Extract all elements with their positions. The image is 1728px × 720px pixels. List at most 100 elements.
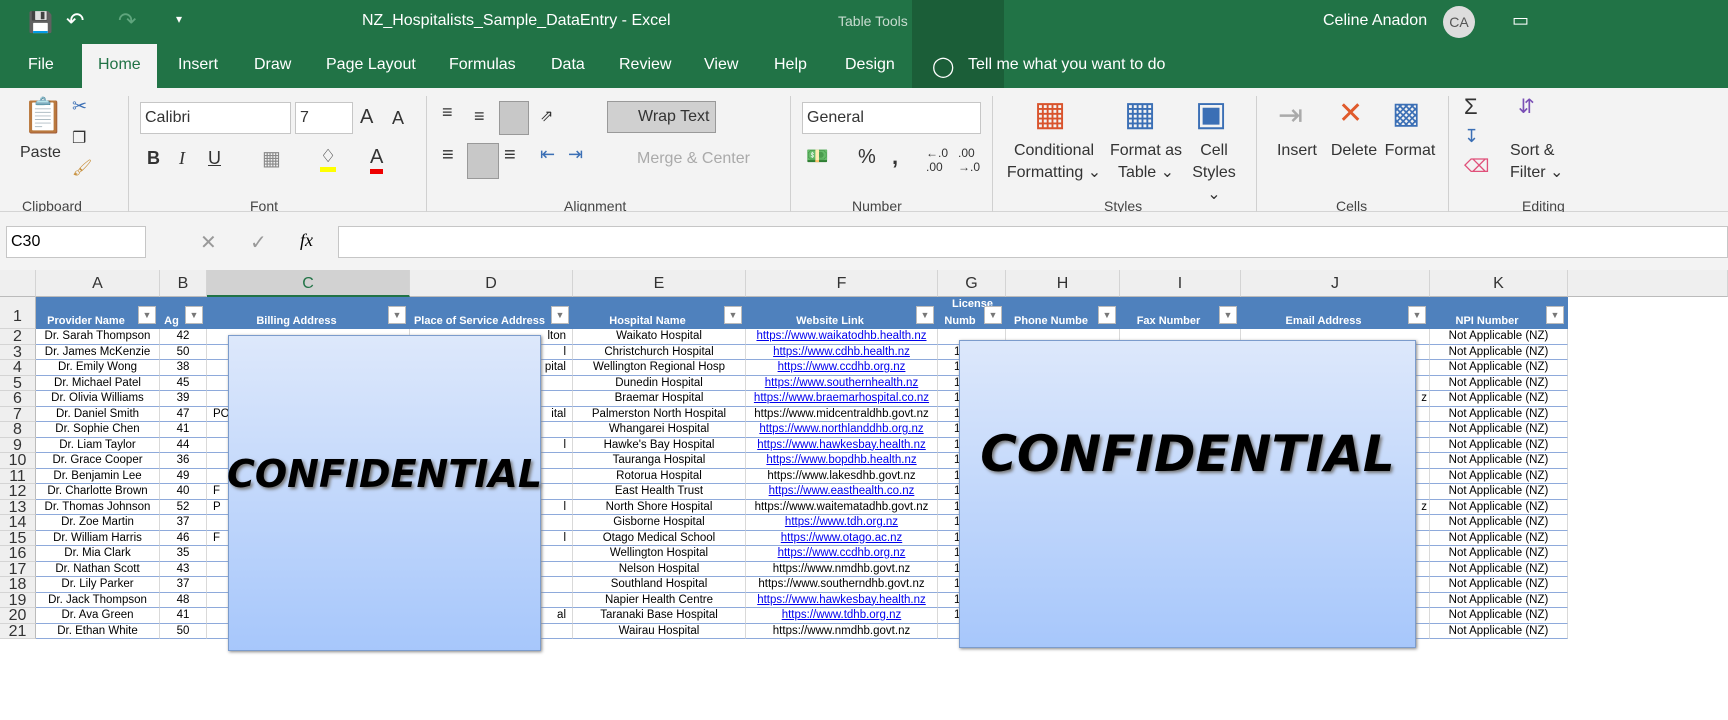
cell-B12[interactable]: 40 xyxy=(160,484,207,500)
cell-F3[interactable]: https://www.cdhb.health.nz xyxy=(746,344,938,360)
cell-K14[interactable]: Not Applicable (NZ) xyxy=(1430,515,1568,531)
cell-K9[interactable]: Not Applicable (NZ) xyxy=(1430,437,1568,453)
cell-F20[interactable]: https://www.tdhb.org.nz xyxy=(746,608,938,624)
orientation-icon[interactable]: ⇗ xyxy=(540,106,553,126)
accounting-icon[interactable]: 💵 xyxy=(806,146,828,167)
row-header-7[interactable]: 7 xyxy=(0,406,36,422)
cell-F10[interactable]: https://www.bopdhb.health.nz xyxy=(746,453,938,469)
name-box[interactable]: C30 xyxy=(6,226,146,258)
row-header-3[interactable]: 3 xyxy=(0,344,36,360)
column-header-H[interactable]: H xyxy=(1006,270,1120,297)
website-link[interactable]: https://www.braemarhospital.co.nz xyxy=(754,392,929,404)
row-header-15[interactable]: 15 xyxy=(0,530,36,546)
website-link[interactable]: https://www.cdhb.health.nz xyxy=(773,346,910,358)
row-header-10[interactable]: 10 xyxy=(0,453,36,469)
font-name-select[interactable]: Calibri xyxy=(140,102,291,134)
cell-F7[interactable]: https://www.midcentraldhb.govt.nz xyxy=(746,406,938,422)
website-link[interactable]: https://www.southernhealth.nz xyxy=(765,377,918,389)
cell-E11[interactable]: Rotorua Hospital xyxy=(573,468,746,484)
cell-F9[interactable]: https://www.hawkesbay.health.nz xyxy=(746,437,938,453)
paste-icon[interactable]: 📋 xyxy=(22,96,64,136)
cell-B13[interactable]: 52 xyxy=(160,499,207,515)
cell-F6[interactable]: https://www.braemarhospital.co.nz xyxy=(746,391,938,407)
filter-dropdown-button[interactable]: ▼ xyxy=(724,306,742,324)
tab-help[interactable]: Help xyxy=(774,56,807,74)
format-as-table-button[interactable]: Format as Table ⌄ xyxy=(1104,140,1188,184)
cell-A18[interactable]: Dr. Lily Parker xyxy=(36,577,160,593)
row-header-12[interactable]: 12 xyxy=(0,484,36,500)
bottom-align-button[interactable] xyxy=(499,101,529,135)
cell-K18[interactable]: Not Applicable (NZ) xyxy=(1430,577,1568,593)
cell-E17[interactable]: Nelson Hospital xyxy=(573,561,746,577)
cell-E14[interactable]: Gisborne Hospital xyxy=(573,515,746,531)
increase-decimal-icon[interactable]: ←.0.00 xyxy=(926,146,948,174)
cell-E3[interactable]: Christchurch Hospital xyxy=(573,344,746,360)
tab-review[interactable]: Review xyxy=(619,56,671,74)
filter-dropdown-button[interactable]: ▼ xyxy=(916,306,934,324)
tell-me-input[interactable]: Tell me what you want to do xyxy=(968,56,1165,74)
row-header-8[interactable]: 8 xyxy=(0,422,36,438)
cell-B11[interactable]: 49 xyxy=(160,468,207,484)
website-link[interactable]: https://www.waikatodhb.health.nz xyxy=(756,330,926,342)
column-header-C[interactable]: C xyxy=(207,270,410,297)
merge-center-button[interactable]: Merge & Center xyxy=(611,150,750,168)
cell-B14[interactable]: 37 xyxy=(160,515,207,531)
underline-button[interactable]: U xyxy=(208,148,221,169)
cell-K2[interactable]: Not Applicable (NZ) xyxy=(1430,329,1568,345)
column-header-I[interactable]: I xyxy=(1120,270,1241,297)
website-link[interactable]: https://www.northlanddhb.org.nz xyxy=(759,423,923,435)
middle-align-icon[interactable]: ≡ xyxy=(474,106,485,127)
cell-E16[interactable]: Wellington Hospital xyxy=(573,546,746,562)
website-link[interactable]: https://www.hawkesbay.health.nz xyxy=(757,594,926,606)
website-link[interactable]: https://www.ccdhb.org.nz xyxy=(778,361,906,373)
bold-button[interactable]: B xyxy=(147,148,160,169)
cell-K20[interactable]: Not Applicable (NZ) xyxy=(1430,608,1568,624)
wrap-text-button[interactable]: Wrap Text xyxy=(607,101,716,133)
cell-B5[interactable]: 45 xyxy=(160,375,207,391)
tab-insert[interactable]: Insert xyxy=(178,56,218,74)
cell-A15[interactable]: Dr. William Harris xyxy=(36,530,160,546)
sort-filter-button[interactable]: Sort & Filter ⌄ xyxy=(1510,140,1570,184)
filter-dropdown-button[interactable]: ▼ xyxy=(984,306,1002,324)
cell-F19[interactable]: https://www.hawkesbay.health.nz xyxy=(746,592,938,608)
filter-dropdown-button[interactable]: ▼ xyxy=(1098,306,1116,324)
cell-B21[interactable]: 50 xyxy=(160,623,207,639)
cell-A12[interactable]: Dr. Charlotte Brown xyxy=(36,484,160,500)
cell-K15[interactable]: Not Applicable (NZ) xyxy=(1430,530,1568,546)
cell-B17[interactable]: 43 xyxy=(160,561,207,577)
cell-F2[interactable]: https://www.waikatodhb.health.nz xyxy=(746,329,938,345)
format-as-table-icon[interactable]: ▦ xyxy=(1124,94,1156,134)
italic-button[interactable]: I xyxy=(179,148,185,169)
cell-F12[interactable]: https://www.easthealth.co.nz xyxy=(746,484,938,500)
conditional-formatting-button[interactable]: Conditional Formatting ⌄ xyxy=(1006,140,1102,184)
cell-F16[interactable]: https://www.ccdhb.org.nz xyxy=(746,546,938,562)
cell-A10[interactable]: Dr. Grace Cooper xyxy=(36,453,160,469)
column-header-F[interactable]: F xyxy=(746,270,938,297)
copy-icon[interactable]: ❐ xyxy=(72,128,86,148)
row-header-21[interactable]: 21 xyxy=(0,623,36,639)
cell-A4[interactable]: Dr. Emily Wong xyxy=(36,360,160,376)
column-header-K[interactable]: K xyxy=(1430,270,1568,297)
cell-A5[interactable]: Dr. Michael Patel xyxy=(36,375,160,391)
tab-file[interactable]: File xyxy=(28,56,54,74)
cell-F15[interactable]: https://www.otago.ac.nz xyxy=(746,530,938,546)
row-header-18[interactable]: 18 xyxy=(0,577,36,593)
cell-E18[interactable]: Southland Hospital xyxy=(573,577,746,593)
format-button[interactable]: Format xyxy=(1382,140,1438,162)
cell-K3[interactable]: Not Applicable (NZ) xyxy=(1430,344,1568,360)
cell-E19[interactable]: Napier Health Centre xyxy=(573,592,746,608)
cut-icon[interactable]: ✂ xyxy=(72,96,87,117)
cell-A20[interactable]: Dr. Ava Green xyxy=(36,608,160,624)
cell-E8[interactable]: Whangarei Hospital xyxy=(573,422,746,438)
cell-B10[interactable]: 36 xyxy=(160,453,207,469)
website-link[interactable]: https://www.otago.ac.nz xyxy=(781,532,902,544)
decrease-decimal-icon[interactable]: .00 →.0 xyxy=(958,146,980,174)
cell-A6[interactable]: Dr. Olivia Williams xyxy=(36,391,160,407)
cell-K11[interactable]: Not Applicable (NZ) xyxy=(1430,468,1568,484)
cell-A9[interactable]: Dr. Liam Taylor xyxy=(36,437,160,453)
cell-E13[interactable]: North Shore Hospital xyxy=(573,499,746,515)
row-header-16[interactable]: 16 xyxy=(0,546,36,562)
comma-icon[interactable]: , xyxy=(892,144,898,170)
tab-view[interactable]: View xyxy=(704,56,738,74)
cell-B15[interactable]: 46 xyxy=(160,530,207,546)
